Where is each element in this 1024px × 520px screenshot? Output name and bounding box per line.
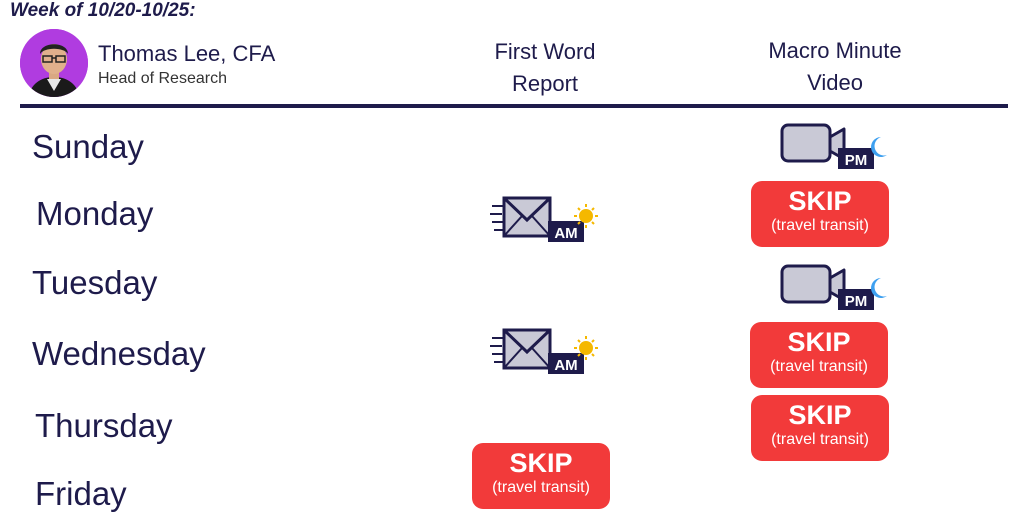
email-icon: AM xyxy=(490,194,602,251)
column-header-first-word-line1: First Word xyxy=(494,39,596,64)
day-thursday: Thursday xyxy=(35,407,173,444)
skip-label: SKIP xyxy=(787,327,851,357)
column-header-macro-minute-line1: Macro Minute xyxy=(768,38,902,63)
skip-reason: (travel transit) xyxy=(770,358,868,375)
skip-reason: (travel transit) xyxy=(492,479,590,496)
skip-label: SKIP xyxy=(788,400,852,430)
am-badge: AM xyxy=(554,225,577,242)
skip-badge-monday: SKIP (travel transit) xyxy=(751,181,889,247)
day-sunday: Sunday xyxy=(32,128,144,165)
day-wednesday: Wednesday xyxy=(32,335,206,372)
column-header-first-word-line2: Report xyxy=(511,71,579,96)
skip-badge-thursday: SKIP (travel transit) xyxy=(751,395,889,461)
avatar xyxy=(20,29,88,97)
column-header-first-word: First Word Report xyxy=(460,36,630,100)
skip-badge-wednesday: SKIP (travel transit) xyxy=(750,322,888,388)
week-label: Week of 10/20-10/25: xyxy=(10,0,196,21)
email-icon: AM xyxy=(490,326,602,383)
column-header-macro-minute: Macro Minute Video xyxy=(745,35,925,99)
video-camera-icon: PM xyxy=(780,121,890,180)
skip-label: SKIP xyxy=(788,186,852,216)
day-monday: Monday xyxy=(36,195,154,232)
skip-reason: (travel transit) xyxy=(771,217,869,234)
pm-badge: PM xyxy=(845,293,868,310)
day-tuesday: Tuesday xyxy=(32,264,158,301)
header-divider xyxy=(20,104,1008,108)
day-friday: Friday xyxy=(35,475,127,512)
person-name: Thomas Lee, CFA xyxy=(98,41,276,66)
skip-label: SKIP xyxy=(509,448,573,478)
person-title: Head of Research xyxy=(98,70,227,87)
column-header-macro-minute-line2: Video xyxy=(807,70,863,95)
am-badge: AM xyxy=(554,357,577,374)
skip-badge-friday: SKIP (travel transit) xyxy=(472,443,610,509)
pm-badge: PM xyxy=(845,152,868,169)
video-camera-icon: PM xyxy=(780,262,890,321)
skip-reason: (travel transit) xyxy=(771,431,869,448)
